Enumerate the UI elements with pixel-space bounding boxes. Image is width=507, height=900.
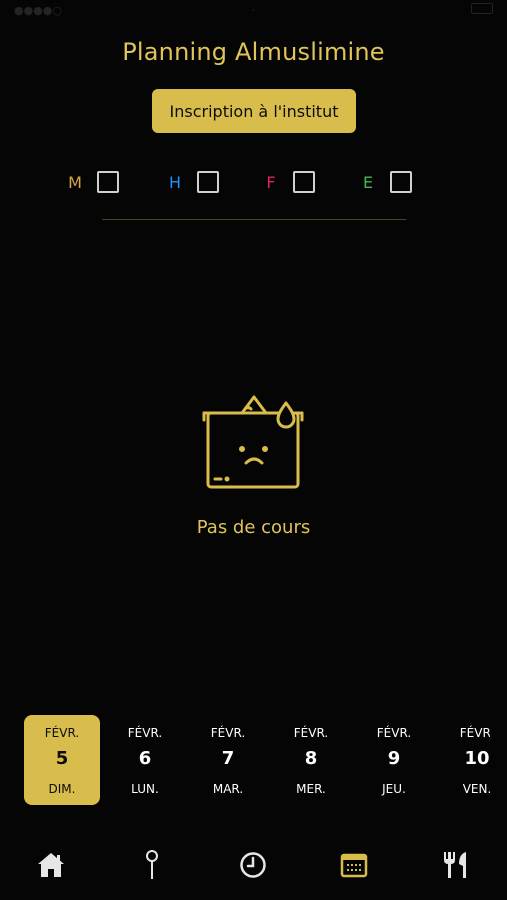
date-weekday: MAR. <box>212 782 244 796</box>
divider <box>102 219 406 220</box>
filter-bar: M H F E <box>0 169 507 195</box>
battery-icon <box>471 3 493 14</box>
date-item-10[interactable]: FÉVR. 10 VEN. <box>439 715 490 805</box>
date-item-9[interactable]: FÉVR. 9 JEU. <box>356 715 432 805</box>
filter-label-m: M <box>68 172 82 192</box>
tab-bar <box>0 840 507 890</box>
status-time: · <box>251 4 256 17</box>
date-strip: FÉVR. 5 DIM. FÉVR. 6 LUN. FÉVR. 7 MAR. F… <box>0 715 490 807</box>
date-day: 9 <box>387 748 401 769</box>
date-day: 10 <box>464 748 490 769</box>
empty-state-text: Pas de cours <box>196 517 311 538</box>
filter-h[interactable]: H <box>155 169 219 195</box>
date-weekday: JEU. <box>382 782 406 796</box>
filter-e[interactable]: E <box>348 169 412 195</box>
filter-f[interactable]: F <box>251 169 315 195</box>
filter-m[interactable]: M <box>55 169 119 195</box>
tab-home[interactable] <box>31 840 71 890</box>
filter-checkbox-e[interactable] <box>390 171 412 193</box>
sad-board-icon <box>202 395 304 489</box>
filter-checkbox-m[interactable] <box>97 171 119 193</box>
date-weekday: LUN. <box>131 782 159 796</box>
home-icon <box>38 853 64 877</box>
tab-schedule[interactable] <box>233 840 273 890</box>
date-month: FÉVR. <box>44 726 80 740</box>
date-day: 6 <box>138 748 152 769</box>
date-weekday: MER. <box>296 782 326 796</box>
date-item-8[interactable]: FÉVR. 8 MER. <box>273 715 349 805</box>
date-month: FÉVR. <box>210 726 246 740</box>
date-month: FÉVR. <box>127 726 163 740</box>
tab-calendar[interactable] <box>334 840 374 890</box>
page-title: Planning Almuslimine <box>122 38 385 66</box>
date-weekday: VEN. <box>462 782 490 796</box>
restaurant-icon <box>444 852 466 878</box>
tab-location[interactable] <box>132 840 172 890</box>
date-day: 5 <box>55 748 69 769</box>
tab-restaurant[interactable] <box>436 840 476 890</box>
date-item-7[interactable]: FÉVR. 7 MAR. <box>190 715 266 805</box>
date-day: 8 <box>304 748 318 769</box>
date-day: 7 <box>221 748 235 769</box>
date-month: FÉVR. <box>293 726 329 740</box>
register-institute-button[interactable]: Inscription à l'institut <box>152 89 356 133</box>
pin-icon <box>146 850 158 879</box>
date-weekday: DIM. <box>48 782 76 796</box>
date-month: FÉVR. <box>376 726 412 740</box>
filter-checkbox-f[interactable] <box>293 171 315 193</box>
date-item-6[interactable]: FÉVR. 6 LUN. <box>107 715 183 805</box>
status-bar: ●●●●○ · <box>0 0 507 24</box>
filter-label-h: H <box>168 172 182 192</box>
filter-label-f: F <box>266 172 276 192</box>
filter-label-e: E <box>362 172 374 192</box>
date-item-5[interactable]: FÉVR. 5 DIM. <box>24 715 100 805</box>
filter-checkbox-h[interactable] <box>197 171 219 193</box>
calendar-icon <box>340 853 368 878</box>
date-month: FÉVR. <box>459 726 490 740</box>
clock-icon <box>240 852 266 878</box>
